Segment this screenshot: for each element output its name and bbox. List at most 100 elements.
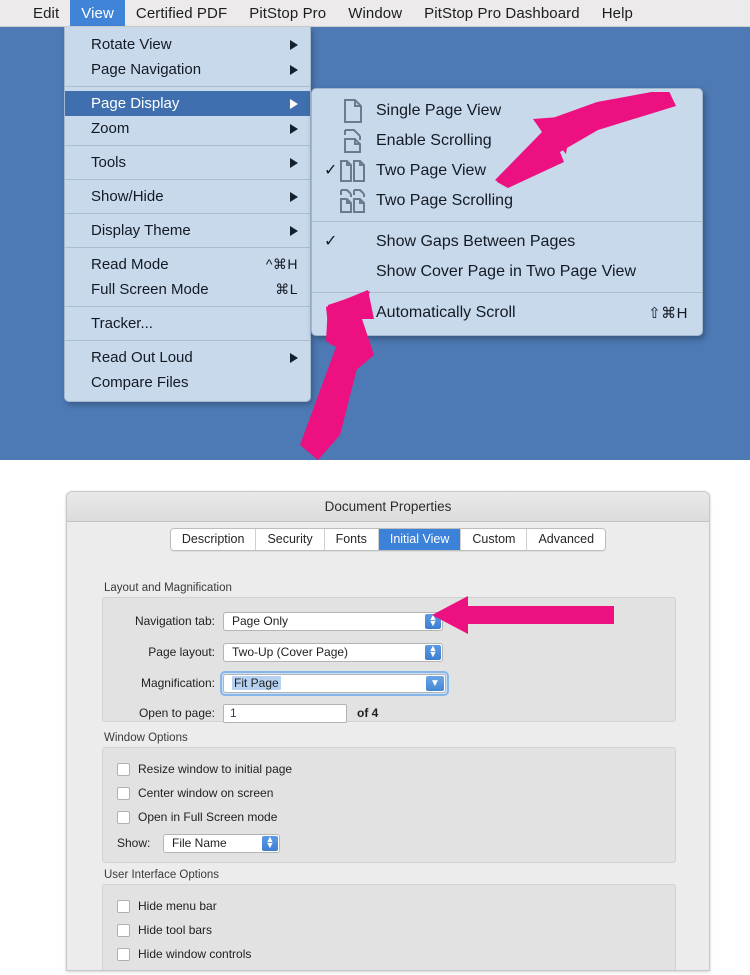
- menu-item-label: Read Mode: [91, 256, 169, 273]
- submenu-item-automatically-scroll[interactable]: Automatically Scroll ⇧⌘H: [312, 298, 702, 328]
- show-select[interactable]: File Name ▲ ▼: [163, 833, 280, 853]
- submenu-arrow-icon: [290, 157, 298, 168]
- submenu-item-label: Single Page View: [376, 102, 502, 119]
- menubar-item-window[interactable]: Window: [337, 0, 413, 26]
- resize-window-checkbox[interactable]: [117, 762, 130, 776]
- checkbox-label: Resize window to initial page: [138, 762, 293, 776]
- menu-item-shortcut: ^⌘H: [265, 256, 298, 272]
- submenu-item-single-page-view[interactable]: Single Page View: [312, 96, 702, 126]
- checkbox-row-hide-tool-bars[interactable]: Hide tool bars: [117, 918, 675, 942]
- menubar-label: Window: [348, 4, 403, 22]
- magnification-combo-focus-ring: Fit Page ▼: [220, 670, 449, 696]
- magnification-combobox[interactable]: Fit Page ▼: [223, 673, 446, 693]
- layout-and-magnification-group: Layout and Magnification Navigation tab:…: [102, 582, 676, 724]
- navigation-tab-label: Navigation tab:: [134, 614, 215, 628]
- menu-item-show-hide[interactable]: Show/Hide: [65, 184, 310, 209]
- two-page-scrolling-icon: [338, 189, 368, 213]
- menu-separator: [65, 213, 310, 214]
- checkbox-row-hide-window-controls[interactable]: Hide window controls: [117, 942, 675, 966]
- tab-fonts[interactable]: Fonts: [324, 528, 379, 550]
- menu-item-label: Zoom: [91, 120, 130, 137]
- submenu-item-show-gaps-between-pages[interactable]: ✓ Show Gaps Between Pages: [312, 227, 702, 257]
- tab-description[interactable]: Description: [170, 528, 257, 550]
- hide-menu-bar-checkbox[interactable]: [117, 899, 130, 913]
- total-pages-label: of 4: [357, 706, 379, 720]
- menu-item-label: Rotate View: [91, 36, 172, 53]
- group-title: User Interface Options: [104, 869, 220, 881]
- submenu-item-label: Enable Scrolling: [376, 132, 492, 149]
- checkbox-label: Hide menu bar: [138, 899, 217, 913]
- center-window-checkbox[interactable]: [117, 786, 130, 800]
- submenu-arrow-icon: [290, 98, 298, 109]
- page-layout-select[interactable]: Two-Up (Cover Page) ▲ ▼: [223, 642, 443, 662]
- submenu-item-label: Show Cover Page in Two Page View: [376, 263, 637, 280]
- navigation-tab-select[interactable]: Page Only ▲ ▼: [223, 611, 443, 631]
- submenu-item-label: Show Gaps Between Pages: [376, 233, 576, 250]
- menu-item-page-navigation[interactable]: Page Navigation: [65, 57, 310, 82]
- tab-group: Description Security Fonts Initial View …: [169, 527, 607, 551]
- dialog-titlebar: Document Properties: [67, 492, 709, 522]
- menu-separator: [65, 179, 310, 180]
- page-layout-row: Page layout: Two-Up (Cover Page) ▲ ▼: [103, 641, 675, 663]
- submenu-arrow-icon: [290, 191, 298, 202]
- checkbox-row-center-window[interactable]: Center window on screen: [117, 781, 675, 805]
- submenu-item-two-page-scrolling[interactable]: Two Page Scrolling: [312, 186, 702, 216]
- menu-item-read-out-loud[interactable]: Read Out Loud: [65, 345, 310, 370]
- view-dropdown-menu: Rotate View Page Navigation Page Display…: [64, 27, 311, 402]
- checkbox-row-hide-menu-bar[interactable]: Hide menu bar: [117, 894, 675, 918]
- two-page-icon: [338, 159, 368, 183]
- menu-item-label: Page Navigation: [91, 61, 202, 78]
- open-full-screen-checkbox[interactable]: [117, 810, 130, 824]
- group-box: Hide menu bar Hide tool bars Hide window…: [102, 884, 676, 970]
- menu-item-tracker[interactable]: Tracker...: [65, 311, 310, 336]
- tab-initial-view[interactable]: Initial View: [378, 528, 462, 550]
- menu-item-full-screen-mode[interactable]: Full Screen Mode ⌘L: [65, 277, 310, 302]
- menu-separator: [65, 86, 310, 87]
- show-row: Show: File Name ▲ ▼: [117, 832, 675, 854]
- menu-item-read-mode[interactable]: Read Mode ^⌘H: [65, 252, 310, 277]
- hide-window-controls-checkbox[interactable]: [117, 947, 130, 961]
- menubar-item-help[interactable]: Help: [591, 0, 644, 26]
- menubar-label: Edit: [33, 4, 60, 22]
- menu-item-zoom[interactable]: Zoom: [65, 116, 310, 141]
- menubar-item-edit[interactable]: Edit: [22, 0, 70, 26]
- menu-item-tools[interactable]: Tools: [65, 150, 310, 175]
- checkbox-row-open-full-screen[interactable]: Open in Full Screen mode: [117, 805, 675, 829]
- menu-item-display-theme[interactable]: Display Theme: [65, 218, 310, 243]
- checkbox-label: Hide tool bars: [138, 923, 213, 937]
- open-to-page-row: Open to page: 1 of 4: [103, 702, 675, 724]
- open-to-page-label: Open to page:: [138, 706, 215, 720]
- menu-item-page-display[interactable]: Page Display: [65, 91, 310, 116]
- submenu-arrow-icon: [290, 39, 298, 50]
- no-icon: [338, 301, 368, 325]
- submenu-item-two-page-view[interactable]: ✓ Two Page View: [312, 156, 702, 186]
- submenu-arrow-icon: [290, 123, 298, 134]
- stepper-icon: ▲ ▼: [425, 613, 441, 629]
- submenu-item-enable-scrolling[interactable]: Enable Scrolling: [312, 126, 702, 156]
- menu-item-rotate-view[interactable]: Rotate View: [65, 32, 310, 57]
- menu-item-label: Tracker...: [91, 315, 153, 332]
- menubar-item-pitstop-pro[interactable]: PitStop Pro: [238, 0, 337, 26]
- menubar-item-certified-pdf[interactable]: Certified PDF: [125, 0, 238, 26]
- submenu-arrow-icon: [290, 352, 298, 363]
- checkbox-row-resize-window[interactable]: Resize window to initial page: [117, 757, 675, 781]
- menubar-item-view[interactable]: View: [70, 0, 125, 26]
- menu-separator: [65, 306, 310, 307]
- tab-advanced[interactable]: Advanced: [527, 528, 606, 550]
- stepper-icon: ▲ ▼: [262, 835, 278, 851]
- tab-security[interactable]: Security: [256, 528, 325, 550]
- checkmark-icon: ✓: [324, 162, 338, 179]
- tab-label: Custom: [472, 531, 516, 546]
- tab-label: Advanced: [538, 531, 595, 546]
- menubar-item-pitstop-pro-dashboard[interactable]: PitStop Pro Dashboard: [413, 0, 591, 26]
- tab-custom[interactable]: Custom: [461, 528, 528, 550]
- submenu-separator: [312, 292, 702, 293]
- tab-label: Security: [267, 531, 313, 546]
- hide-tool-bars-checkbox[interactable]: [117, 923, 130, 937]
- stepper-icon: ▲ ▼: [425, 644, 441, 660]
- navigation-tab-row: Navigation tab: Page Only ▲ ▼: [103, 610, 675, 632]
- menu-item-compare-files[interactable]: Compare Files: [65, 370, 310, 395]
- submenu-item-show-cover-page-in-two-page-view[interactable]: Show Cover Page in Two Page View: [312, 257, 702, 287]
- open-to-page-input[interactable]: 1: [223, 703, 347, 723]
- navigation-tab-value: Page Only: [232, 614, 289, 628]
